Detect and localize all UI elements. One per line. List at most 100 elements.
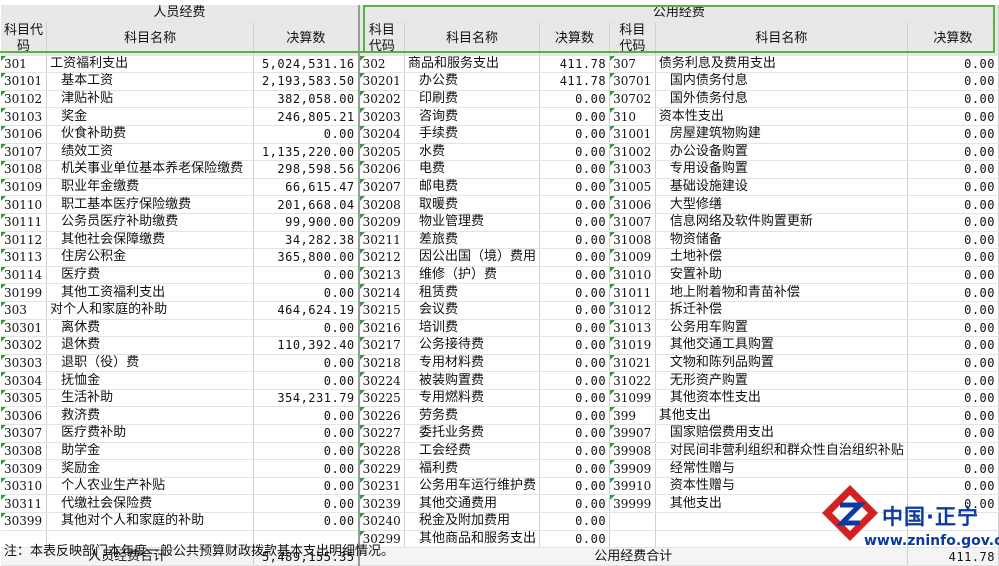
subject-code-cell[interactable]: 30225 <box>358 389 406 408</box>
subject-name-cell[interactable]: 专用设备购置 <box>655 160 908 179</box>
subject-code-cell[interactable]: 30111 <box>1 213 48 232</box>
subject-code-cell[interactable]: 30226 <box>358 406 406 426</box>
subject-name-cell[interactable]: 绩效工资 <box>46 143 255 162</box>
subject-code-cell[interactable]: 31001 <box>609 125 656 144</box>
subject-name-cell[interactable]: 大型修缮 <box>655 195 908 214</box>
amount-cell[interactable]: 0.00 <box>907 336 999 355</box>
amount-cell[interactable]: 0.00 <box>253 354 360 373</box>
subject-code-cell[interactable]: 30701 <box>609 72 656 91</box>
subject-code-cell[interactable]: 30228 <box>358 442 406 461</box>
subject-name-cell[interactable]: 因公出国（境）费用 <box>404 248 541 267</box>
subject-name-cell[interactable]: 基本工资 <box>46 72 255 91</box>
amount-cell[interactable]: 0.00 <box>539 494 611 514</box>
amount-cell[interactable]: 0.00 <box>539 283 611 302</box>
subject-code-cell[interactable]: 30303 <box>1 354 48 373</box>
amount-cell[interactable]: 246,805.21 <box>253 107 360 126</box>
amount-cell[interactable]: 0.00 <box>253 424 360 443</box>
amount-cell[interactable]: 0.00 <box>253 371 360 390</box>
subject-name-cell[interactable]: 其他工资福利支出 <box>46 283 255 302</box>
subject-name-cell[interactable]: 奖励金 <box>46 459 255 478</box>
amount-cell[interactable]: 0.00 <box>539 459 611 478</box>
amount-cell[interactable]: 99,900.00 <box>253 213 360 232</box>
subject-name-cell[interactable]: 个人农业生产补贴 <box>46 477 255 496</box>
subject-name-cell[interactable]: 职业年金缴费 <box>46 178 255 197</box>
subject-name-cell[interactable]: 对民间非营利组织和群众性自治组织补贴 <box>655 442 908 461</box>
subject-name-cell[interactable]: 维修（护）费 <box>404 266 541 285</box>
subject-code-cell[interactable]: 30308 <box>1 442 48 461</box>
subject-code-cell[interactable]: 301 <box>1 55 48 74</box>
amount-cell[interactable]: 0.00 <box>539 160 611 179</box>
subject-name-cell[interactable]: 津贴补贴 <box>46 90 255 109</box>
subject-code-cell[interactable]: 30302 <box>1 336 48 355</box>
amount-cell[interactable]: 0.00 <box>907 55 999 74</box>
subject-code-cell[interactable]: 30108 <box>1 160 48 179</box>
subject-name-cell[interactable]: 奖金 <box>46 107 255 126</box>
amount-cell[interactable]: 201,668.04 <box>253 195 360 214</box>
subject-code-cell[interactable]: 31021 <box>609 354 656 373</box>
amount-cell[interactable]: 0.00 <box>539 371 611 390</box>
amount-cell[interactable]: 0.00 <box>539 530 611 549</box>
subject-name-cell[interactable]: 安置补助 <box>655 266 908 285</box>
amount-cell[interactable]: 0.00 <box>907 266 999 285</box>
subject-name-cell[interactable]: 差旅费 <box>404 231 541 250</box>
subject-name-cell[interactable]: 国内债务付息 <box>655 72 908 91</box>
subject-code-cell[interactable]: 30306 <box>1 406 48 426</box>
amount-cell[interactable]: 5,024,531.16 <box>253 55 360 74</box>
subject-name-cell[interactable]: 职工基本医疗保险缴费 <box>46 195 255 214</box>
subject-code-cell[interactable]: 30112 <box>1 231 48 250</box>
subject-code-cell[interactable]: 30205 <box>358 143 406 162</box>
subject-code-cell[interactable]: 30211 <box>358 231 406 250</box>
subject-code-cell[interactable]: 30239 <box>358 494 406 514</box>
amount-cell[interactable]: 0.00 <box>253 459 360 478</box>
amount-cell[interactable]: 0.00 <box>907 319 999 338</box>
subject-code-cell[interactable]: 30213 <box>358 266 406 285</box>
amount-cell[interactable]: 0.00 <box>253 494 360 514</box>
subject-name-cell[interactable]: 其他资本性支出 <box>655 389 908 408</box>
subject-name-cell[interactable]: 债务利息及费用支出 <box>655 55 908 74</box>
subject-name-cell[interactable]: 国外债务付息 <box>655 90 908 109</box>
subject-code-cell[interactable]: 31013 <box>609 319 656 338</box>
subject-code-cell[interactable]: 30102 <box>1 90 48 109</box>
amount-cell[interactable]: 464,624.19 <box>253 301 360 320</box>
amount-cell[interactable]: 0.00 <box>539 143 611 162</box>
amount-cell[interactable]: 0.00 <box>253 125 360 144</box>
subject-name-cell[interactable]: 文物和陈列品购置 <box>655 354 908 373</box>
subject-name-cell[interactable]: 代缴社会保险费 <box>46 494 255 514</box>
amount-cell[interactable]: 0.00 <box>539 231 611 250</box>
subject-name-cell[interactable]: 基础设施建设 <box>655 178 908 197</box>
amount-cell[interactable]: 0.00 <box>539 90 611 109</box>
subject-name-cell[interactable]: 退职（役）费 <box>46 354 255 373</box>
subject-code-cell[interactable]: 31003 <box>609 160 656 179</box>
subject-code-cell[interactable]: 30399 <box>1 512 48 531</box>
subject-name-cell[interactable]: 退休费 <box>46 336 255 355</box>
subject-code-cell[interactable]: 31019 <box>609 336 656 355</box>
subject-name-cell[interactable]: 工会经费 <box>404 442 541 461</box>
amount-cell[interactable]: 0.00 <box>539 319 611 338</box>
amount-cell[interactable]: 0.00 <box>253 283 360 302</box>
subject-name-cell[interactable]: 专用材料费 <box>404 354 541 373</box>
subject-name-cell[interactable]: 伙食补助费 <box>46 125 255 144</box>
amount-cell[interactable]: 0.00 <box>907 301 999 320</box>
subject-name-cell[interactable]: 机关事业单位基本养老保险缴费 <box>46 160 255 179</box>
amount-cell[interactable]: 365,800.00 <box>253 248 360 267</box>
subject-name-cell[interactable]: 其他对个人和家庭的补助 <box>46 512 255 531</box>
subject-code-cell[interactable]: 30310 <box>1 477 48 496</box>
subject-code-cell[interactable]: 30304 <box>1 371 48 390</box>
subject-name-cell[interactable]: 其他支出 <box>655 406 908 426</box>
subject-name-cell[interactable]: 地上附着物和青苗补偿 <box>655 283 908 302</box>
subject-code-cell[interactable]: 30106 <box>1 125 48 144</box>
subject-code-cell[interactable] <box>609 530 656 549</box>
subject-code-cell[interactable]: 30199 <box>1 283 48 302</box>
subject-code-cell[interactable]: 30110 <box>1 195 48 214</box>
amount-cell[interactable]: 0.00 <box>907 160 999 179</box>
amount-cell[interactable]: 0.00 <box>907 178 999 197</box>
subject-code-cell[interactable]: 302 <box>358 55 406 74</box>
subject-name-cell[interactable]: 电费 <box>404 160 541 179</box>
amount-cell[interactable]: 0.00 <box>539 248 611 267</box>
amount-cell[interactable]: 0.00 <box>907 143 999 162</box>
subject-code-cell[interactable]: 30113 <box>1 248 48 267</box>
amount-cell[interactable]: 0.00 <box>539 389 611 408</box>
subject-code-cell[interactable]: 30309 <box>1 459 48 478</box>
subject-name-cell[interactable]: 离休费 <box>46 319 255 338</box>
amount-cell[interactable]: 0.00 <box>907 406 999 426</box>
